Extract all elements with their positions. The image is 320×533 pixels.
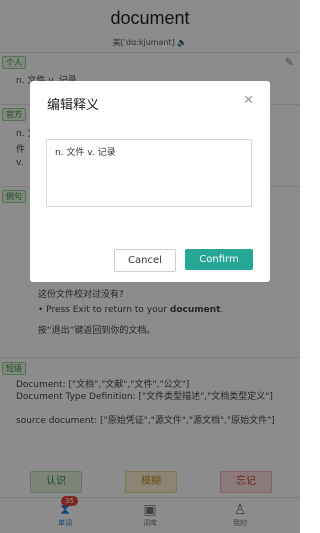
edit-definition-dialog: 编辑释义 ✕ n. 文件 v. 记录 Cancel Confirm [30,81,270,282]
close-icon[interactable]: ✕ [243,93,254,108]
confirm-button[interactable]: Confirm [185,249,253,270]
dialog-title: 编辑释义 [47,98,100,113]
definition-textarea[interactable]: n. 文件 v. 记录 [46,139,252,207]
cancel-button[interactable]: Cancel [114,249,176,272]
